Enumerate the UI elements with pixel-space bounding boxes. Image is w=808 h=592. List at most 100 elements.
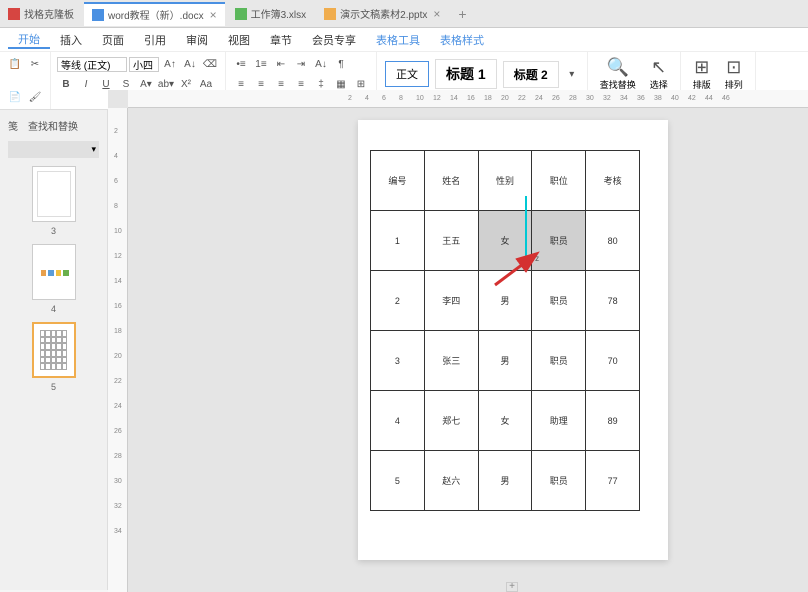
table-header-row: 编号 姓名 性别 职位 考核	[371, 151, 640, 211]
clear-format-icon[interactable]: ⌫	[201, 55, 219, 73]
table-cell[interactable]: 77	[586, 451, 640, 511]
arrange2-icon: ⊡	[726, 57, 741, 78]
table-cell[interactable]: 王五	[424, 211, 478, 271]
horizontal-ruler[interactable]: 2468101214161820222426283032343638404244…	[128, 90, 808, 108]
table-cell[interactable]: 89	[586, 391, 640, 451]
menu-home[interactable]: 开始	[8, 31, 50, 49]
document-page: 编号 姓名 性别 职位 考核 1 王五 女 职员 80 2 李四 男 职员 78	[358, 120, 668, 560]
tab-template[interactable]: 找格克隆板	[0, 2, 82, 26]
cursor-icon: ↖	[651, 57, 666, 78]
tab-word-doc[interactable]: word教程（新）.docx ×	[84, 2, 225, 26]
search-icon: 🔍	[607, 57, 629, 78]
menu-page[interactable]: 页面	[92, 32, 134, 48]
table-row: 1 王五 女 职员 80	[371, 211, 640, 271]
menu-review[interactable]: 审阅	[176, 32, 218, 48]
indent-decrease-icon[interactable]: ⇤	[272, 55, 290, 73]
indent-increase-icon[interactable]: ⇥	[292, 55, 310, 73]
menu-chapter[interactable]: 章节	[260, 32, 302, 48]
table-cell[interactable]: 1	[371, 211, 425, 271]
bold-icon[interactable]: B	[57, 75, 75, 93]
increase-font-icon[interactable]: A↑	[161, 55, 179, 73]
menu-table-style[interactable]: 表格样式	[430, 32, 494, 48]
bullet-list-icon[interactable]: •≡	[232, 55, 250, 73]
word-icon	[92, 9, 104, 21]
table-row: 2 李四 男 职员 78	[371, 271, 640, 331]
tab-label: 找格克隆板	[24, 6, 74, 21]
font-name-select[interactable]	[57, 57, 127, 72]
table-row: 4 郑七 女 助理 89	[371, 391, 640, 451]
header-cell[interactable]: 职位	[532, 151, 586, 211]
sidebar-dropdown[interactable]: ▾	[8, 141, 99, 158]
add-tab-icon[interactable]: +	[458, 6, 466, 22]
menu-view[interactable]: 视图	[218, 32, 260, 48]
ppt-icon	[324, 8, 336, 20]
table-cell[interactable]: 3	[371, 331, 425, 391]
menu-member[interactable]: 会员专享	[302, 32, 366, 48]
cut-icon[interactable]: ✂	[26, 55, 44, 73]
close-icon[interactable]: ×	[210, 8, 217, 22]
tab-ppt[interactable]: 演示文稿素材2.pptx ×	[316, 2, 448, 26]
number-list-icon[interactable]: 1≡	[252, 55, 270, 73]
find-replace-button[interactable]: 🔍 查找替换	[594, 55, 642, 93]
table-cell[interactable]: 5	[371, 451, 425, 511]
page-thumbnail-4[interactable]	[32, 244, 76, 300]
sort-icon[interactable]: A↓	[312, 55, 330, 73]
header-cell[interactable]: 编号	[371, 151, 425, 211]
arrange2-button[interactable]: ⊡ 排列	[719, 55, 749, 93]
show-marks-icon[interactable]: ¶	[332, 55, 350, 73]
header-cell[interactable]: 姓名	[424, 151, 478, 211]
decrease-font-icon[interactable]: A↓	[181, 55, 199, 73]
table-cell[interactable]: 女	[478, 391, 532, 451]
table-cell[interactable]: 男	[478, 451, 532, 511]
select-button[interactable]: ↖ 选择	[644, 55, 674, 93]
menu-reference[interactable]: 引用	[134, 32, 176, 48]
italic-icon[interactable]: I	[77, 75, 95, 93]
table-cell[interactable]: 张三	[424, 331, 478, 391]
style-normal[interactable]: 正文	[385, 61, 429, 87]
thumb-table	[40, 330, 68, 370]
table-cell[interactable]: 4	[371, 391, 425, 451]
header-cell[interactable]: 考核	[586, 151, 640, 211]
sidebar-title: 笺 查找和替换	[8, 118, 78, 133]
sidebar-header: 笺 查找和替换	[4, 114, 103, 137]
more-styles-icon[interactable]: ▾	[563, 65, 581, 83]
style-heading1[interactable]: 标题 1	[435, 59, 497, 89]
copy-icon[interactable]: 📄	[6, 88, 24, 106]
resize-tooltip: ↔Lrz	[520, 254, 539, 263]
table-cell[interactable]: 男	[478, 271, 532, 331]
close-icon[interactable]: ×	[433, 7, 440, 21]
menu-insert[interactable]: 插入	[50, 32, 92, 48]
table-cell[interactable]: 职员	[532, 331, 586, 391]
page-thumbnail-5[interactable]	[32, 322, 76, 378]
table-cell[interactable]: 70	[586, 331, 640, 391]
table-cell[interactable]: 职员	[532, 451, 586, 511]
table-cell[interactable]: 职员	[532, 271, 586, 331]
menu-table-tools[interactable]: 表格工具	[366, 32, 430, 48]
font-size-select[interactable]	[129, 57, 159, 72]
table-cell[interactable]: 2	[371, 271, 425, 331]
table-cell-selected[interactable]: 职员	[532, 211, 586, 271]
table-cell[interactable]: 80	[586, 211, 640, 271]
excel-icon	[235, 8, 247, 20]
tab-excel[interactable]: 工作簿3.xlsx	[227, 2, 315, 26]
column-resize-line[interactable]	[525, 196, 527, 258]
paste-icon[interactable]: 📋	[6, 55, 24, 73]
doc-icon	[8, 8, 20, 20]
add-row-icon[interactable]: +	[506, 582, 518, 592]
vertical-ruler[interactable]: 246810121416182022242628303234	[108, 108, 128, 592]
navigation-pane: 笺 查找和替换 ▾ 3 4 5	[0, 110, 108, 590]
style-heading2[interactable]: 标题 2	[503, 61, 559, 88]
header-cell[interactable]: 性别	[478, 151, 532, 211]
table-cell[interactable]: 78	[586, 271, 640, 331]
page-thumbnail-3[interactable]	[32, 166, 76, 222]
format-painter-icon[interactable]: 🖌	[26, 88, 44, 106]
table-cell[interactable]: 男	[478, 331, 532, 391]
arrange-button[interactable]: ⊞ 排版	[687, 55, 717, 93]
table-cell[interactable]: 赵六	[424, 451, 478, 511]
table-cell[interactable]: 助理	[532, 391, 586, 451]
thumb-content	[37, 171, 71, 217]
data-table[interactable]: 编号 姓名 性别 职位 考核 1 王五 女 职员 80 2 李四 男 职员 78	[370, 150, 640, 511]
table-cell[interactable]: 郑七	[424, 391, 478, 451]
thumb-number: 3	[4, 226, 103, 236]
table-cell[interactable]: 李四	[424, 271, 478, 331]
